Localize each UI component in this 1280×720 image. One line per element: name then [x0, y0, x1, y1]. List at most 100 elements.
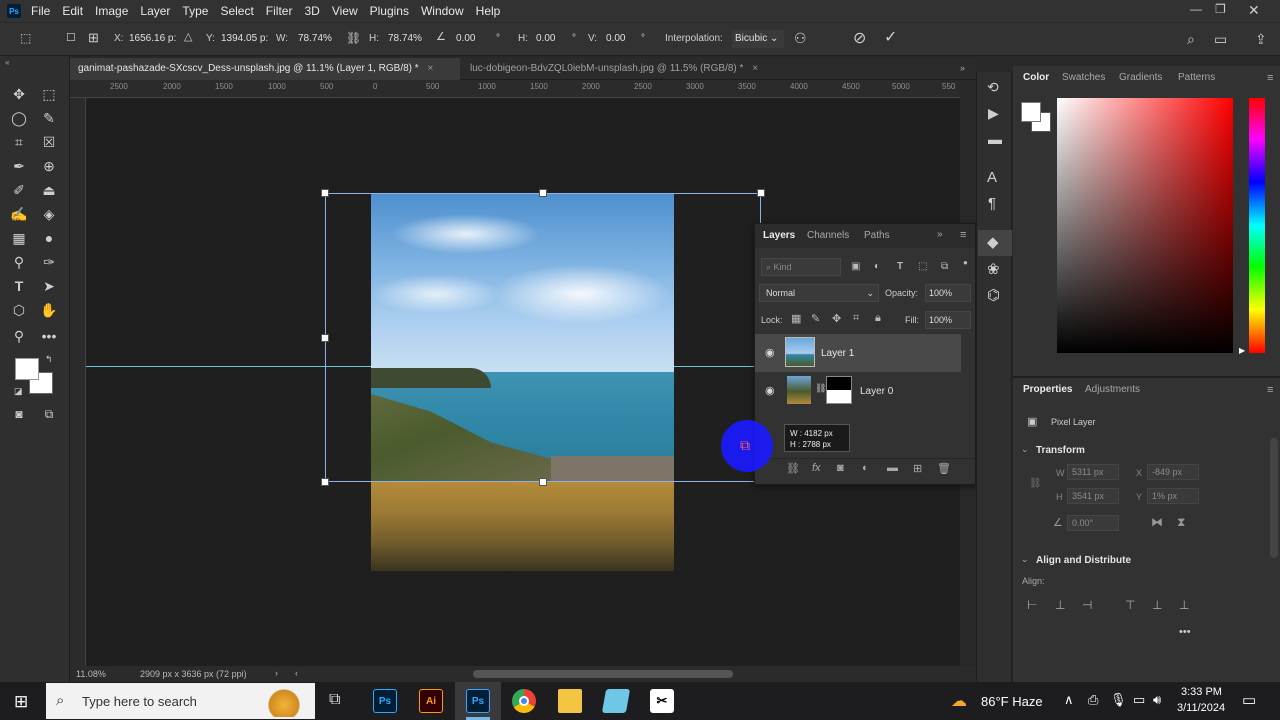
add-mask-icon[interactable]: ◙	[837, 462, 844, 474]
menu-layer[interactable]: Layer	[140, 4, 170, 18]
lock-position-icon[interactable]: ✥	[832, 312, 841, 325]
zoom-level[interactable]: 11.08%	[76, 669, 106, 679]
filter-adjustment-icon[interactable]: ◐	[874, 261, 880, 272]
capcut-icon[interactable]: ✂	[650, 689, 674, 713]
transform-handle[interactable]	[321, 334, 329, 342]
panel-menu-icon[interactable]: ≡	[1267, 72, 1273, 84]
visibility-eye-icon[interactable]: ◉	[765, 346, 775, 359]
pen-tool-icon[interactable]: ✑	[38, 252, 60, 272]
interpolation-select[interactable]: Bicubic ⌄	[732, 30, 784, 48]
color-field[interactable]	[1057, 98, 1233, 353]
menu-image[interactable]: Image	[95, 4, 128, 18]
screen-mode-icon[interactable]: ⧉	[38, 404, 60, 424]
actions-play-icon[interactable]: ▶	[988, 106, 999, 120]
comments-icon[interactable]: ▬	[988, 132, 1002, 146]
eyedropper-tool-icon[interactable]: ✒	[8, 156, 30, 176]
lasso-tool-icon[interactable]: ◯	[8, 108, 30, 128]
photoshop-taskbar-icon[interactable]: Ps	[373, 689, 397, 713]
restore-icon[interactable]: ❐	[1215, 2, 1226, 16]
prop-x-field[interactable]: -849 px	[1147, 464, 1199, 480]
tab-properties[interactable]: Properties	[1023, 384, 1072, 395]
align-top-icon[interactable]: ⊤	[1125, 598, 1135, 612]
x-field[interactable]: 1656.16 p:	[127, 30, 178, 48]
history-brush-tool-icon[interactable]: ✍	[8, 204, 30, 224]
align-left-icon[interactable]: ⊢	[1027, 598, 1037, 612]
constrain-link-icon[interactable]: ⛓	[1029, 478, 1042, 489]
expand-icon[interactable]: »	[937, 229, 943, 240]
link-icon[interactable]: ⛓	[346, 32, 361, 44]
brush-tool-icon[interactable]: ✐	[8, 180, 30, 200]
adjustment-layer-icon[interactable]: ◐	[862, 462, 869, 474]
horizontal-scrollbar[interactable]	[473, 670, 733, 678]
menu-3d[interactable]: 3D	[304, 4, 319, 18]
transform-tool-icon[interactable]: ⬚	[20, 32, 31, 44]
more-options-icon[interactable]: •••	[1179, 626, 1191, 638]
meet-now-icon[interactable]: ⎙	[1088, 692, 1098, 708]
prop-w-field[interactable]: 5311 px	[1067, 464, 1119, 480]
delete-layer-icon[interactable]: 🗑︎	[937, 462, 951, 475]
menu-file[interactable]: File	[31, 4, 50, 18]
character-icon[interactable]: A	[987, 170, 997, 185]
stamp-tool-icon[interactable]: ⏏	[38, 180, 60, 200]
tab-2-close-icon[interactable]: ×	[752, 63, 758, 74]
shape-tool-icon[interactable]: ⬡	[8, 300, 30, 320]
quick-select-tool-icon[interactable]: ✎	[38, 108, 60, 128]
warp-icon[interactable]: ⚇	[794, 31, 807, 45]
align-bottom-icon[interactable]: ⊥	[1179, 598, 1189, 612]
commit-transform-icon[interactable]: ✓	[884, 30, 897, 46]
tab-channels[interactable]: Channels	[807, 230, 849, 241]
network-icon[interactable]: ▭	[1133, 692, 1145, 708]
y-field[interactable]: 1394.05 p:	[219, 30, 270, 48]
workspace-icon[interactable]: ▭	[1214, 32, 1227, 46]
path-select-tool-icon[interactable]: ➤	[38, 276, 60, 296]
v-skew-field[interactable]: 0.00	[604, 30, 627, 48]
chrome-icon[interactable]	[512, 689, 536, 713]
menu-view[interactable]: View	[332, 4, 358, 18]
quick-mask-icon[interactable]: ◙	[8, 404, 30, 424]
weather-text[interactable]: 86°F Haze	[981, 694, 1043, 709]
clock-date[interactable]: 3/11/2024	[1177, 702, 1225, 714]
fill-field[interactable]: 100%	[925, 311, 971, 329]
align-middle-v-icon[interactable]: ⊥	[1152, 598, 1162, 612]
reference-toggle-icon[interactable]: ☐	[66, 33, 76, 44]
blend-mode-select[interactable]: Normal ⌄	[759, 284, 879, 302]
expand-panels-icon[interactable]: »	[960, 63, 965, 73]
more-tools-icon[interactable]: •••	[38, 326, 60, 346]
layers-icon[interactable]: ◆	[987, 235, 999, 250]
menu-edit[interactable]: Edit	[62, 4, 83, 18]
layer-0-grass-image[interactable]	[371, 482, 674, 571]
gradient-tool-icon[interactable]: ▦	[8, 228, 30, 248]
transform-handle[interactable]	[757, 189, 765, 197]
filter-shape-icon[interactable]: ⬚	[918, 261, 927, 272]
close-window-icon[interactable]: ✕	[1248, 2, 1260, 19]
align-right-icon[interactable]: ⊣	[1082, 598, 1092, 612]
collapse-toolbar-icon[interactable]: «	[5, 58, 9, 67]
microphone-icon[interactable]: 🎙︎	[1110, 692, 1127, 708]
layer-row-layer-1[interactable]: ◉ Layer 1	[755, 334, 961, 372]
lock-transparency-icon[interactable]: ▦	[791, 312, 801, 325]
move-tool-icon[interactable]: ✥	[8, 84, 30, 104]
align-center-h-icon[interactable]: ⊥	[1055, 598, 1065, 612]
lock-pixels-icon[interactable]: ✎	[811, 312, 820, 325]
menu-filter[interactable]: Filter	[266, 4, 293, 18]
delta-icon[interactable]: △	[184, 32, 192, 43]
tab-layers[interactable]: Layers	[763, 230, 795, 241]
show-hidden-icons[interactable]: ∧	[1064, 692, 1074, 708]
menu-help[interactable]: Help	[476, 4, 501, 18]
file-explorer-icon[interactable]	[558, 689, 582, 713]
menu-type[interactable]: Type	[182, 4, 208, 18]
lock-all-icon[interactable]: 🔒︎	[875, 312, 881, 325]
filter-type-icon[interactable]: T	[897, 261, 903, 272]
opacity-field[interactable]: 100%	[925, 284, 971, 302]
search-icon[interactable]: ⌕	[1187, 32, 1195, 46]
layer-1-name[interactable]: Layer 1	[821, 348, 854, 359]
tab-color[interactable]: Color	[1023, 72, 1049, 83]
prop-h-field[interactable]: 3541 px	[1067, 488, 1119, 504]
mask-link-icon[interactable]: ⛓	[815, 383, 826, 394]
layer-filter-kind[interactable]: ⌕ Kind	[761, 258, 841, 276]
crop-tool-icon[interactable]: ⌗	[8, 132, 30, 152]
tab-gradients[interactable]: Gradients	[1119, 72, 1162, 83]
tab-document-2[interactable]: luc-dobigeon-BdvZQL0iebM-unsplash.jpg @ …	[462, 58, 802, 80]
foreground-color-swatch[interactable]	[15, 358, 39, 380]
history-icon[interactable]: ⟲	[987, 80, 999, 94]
